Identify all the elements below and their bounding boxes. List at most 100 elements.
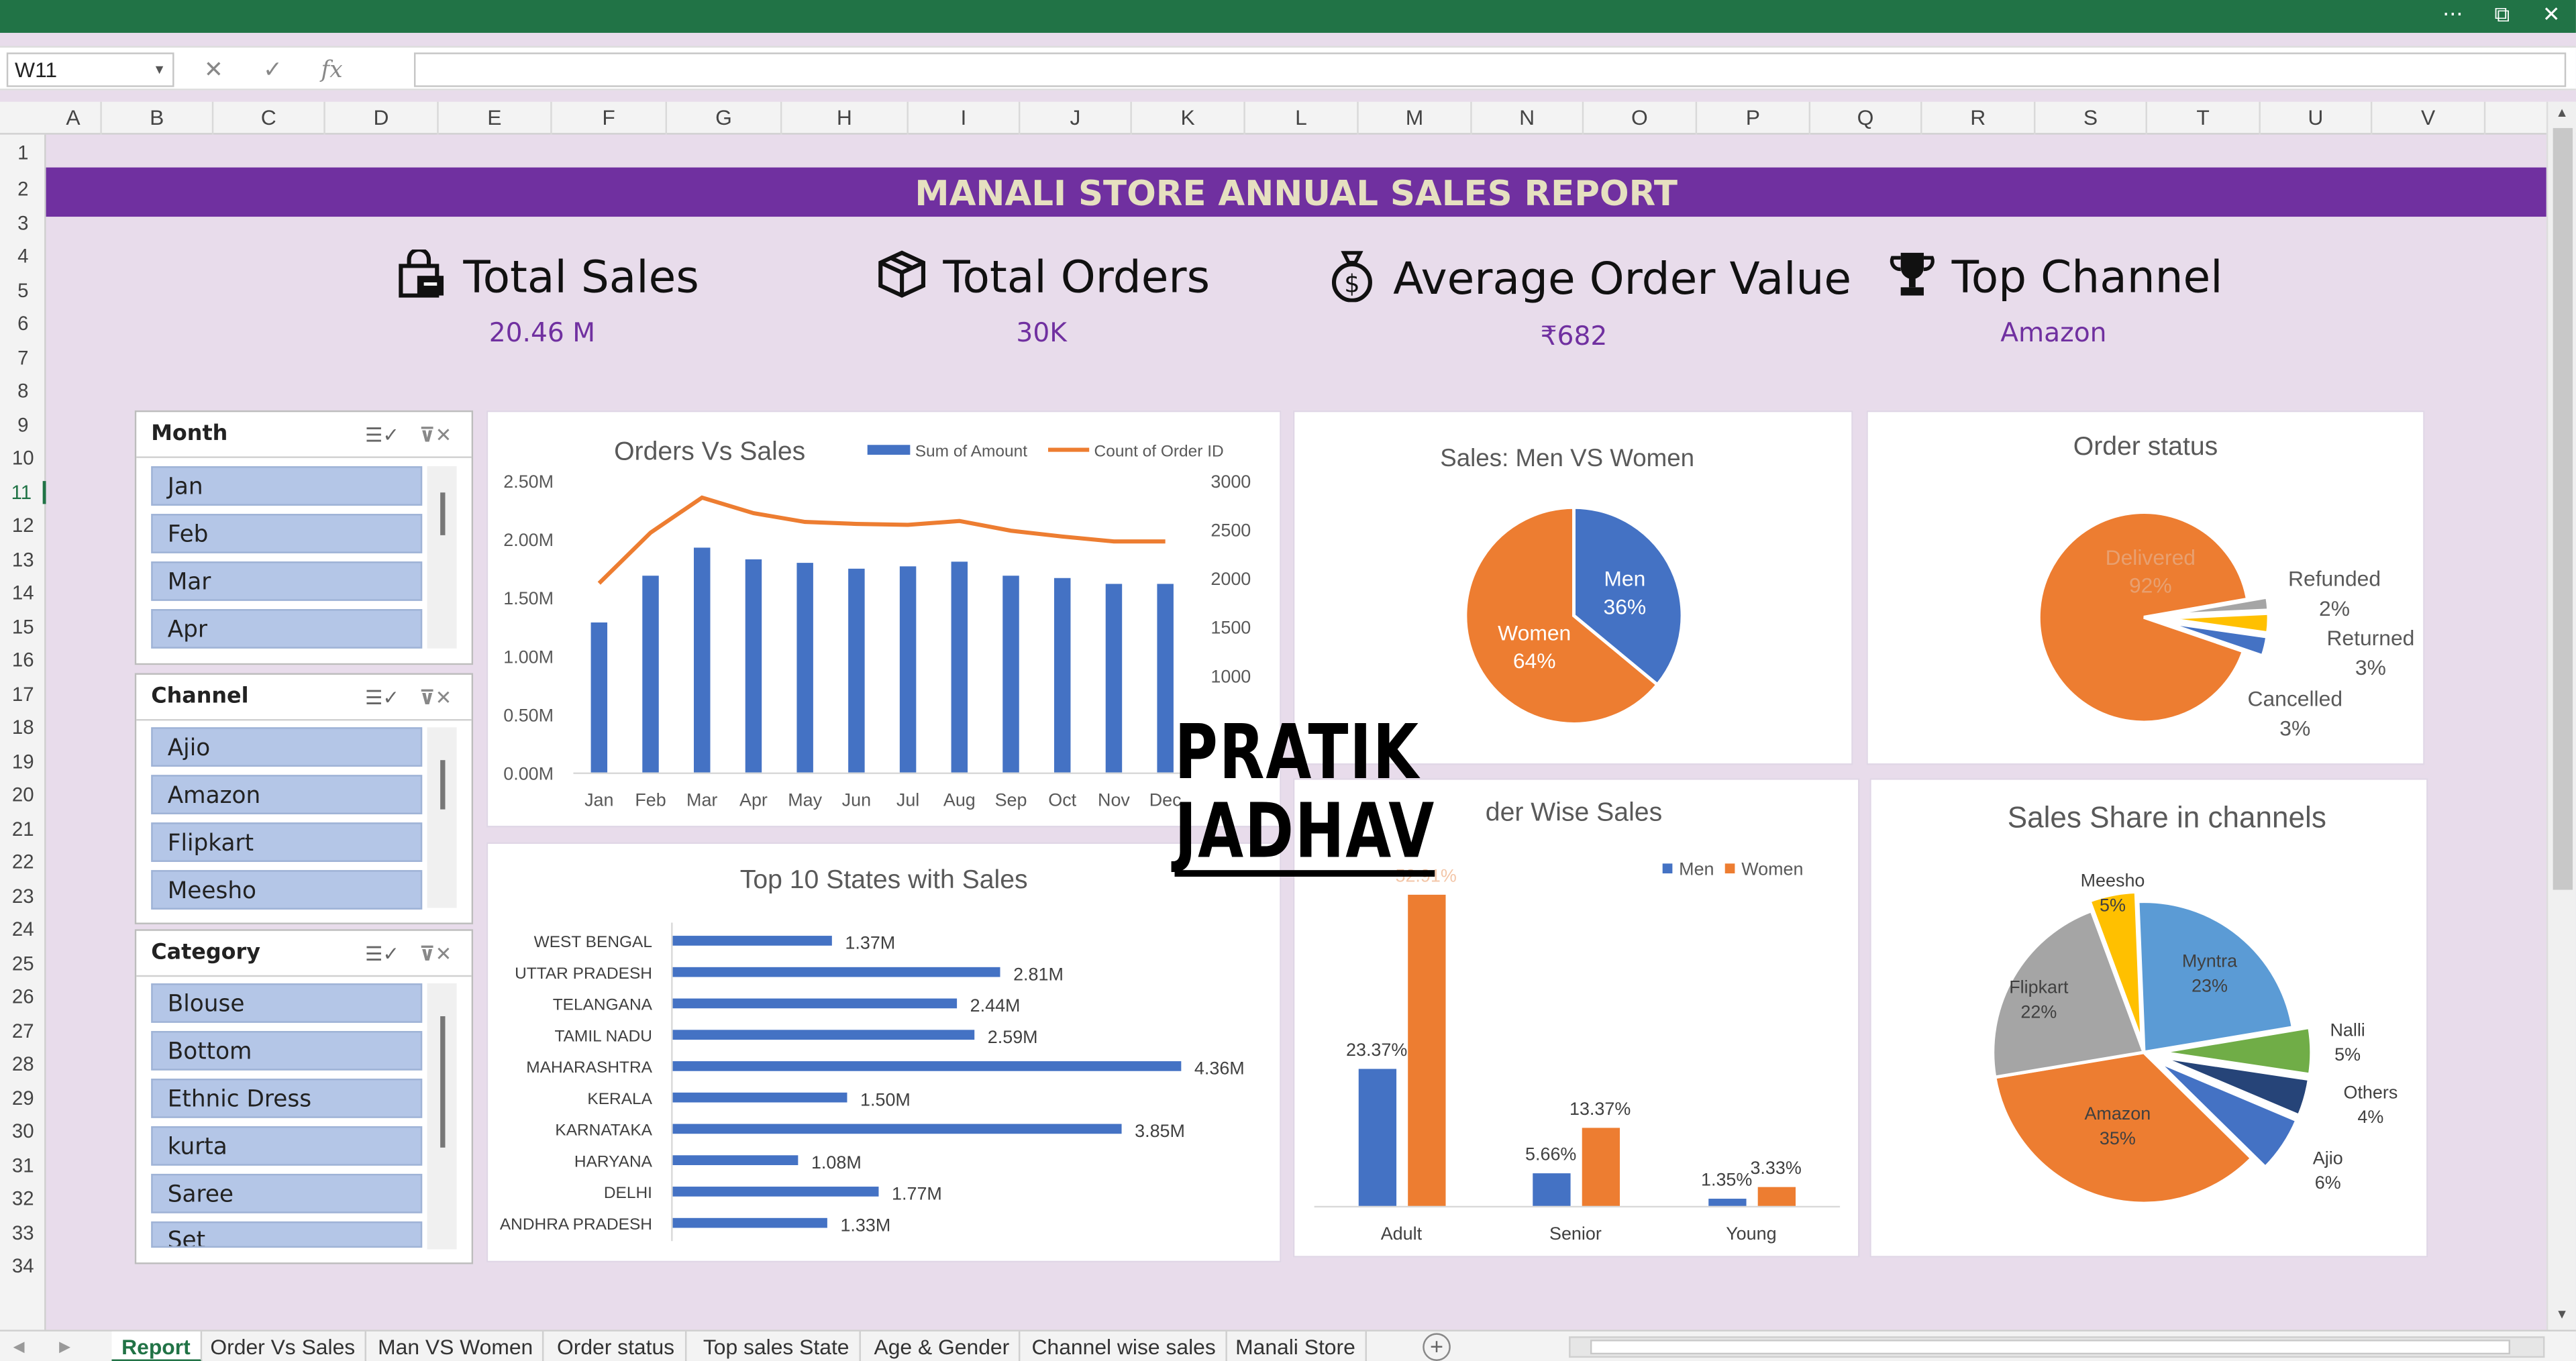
slicer-scrollbar[interactable] xyxy=(427,727,457,908)
column-label[interactable]: K xyxy=(1132,101,1245,135)
slicer-scrollbar[interactable] xyxy=(427,466,457,649)
scroll-thumb[interactable] xyxy=(440,760,446,810)
row-label[interactable]: 15 xyxy=(0,615,46,638)
row-label[interactable]: 21 xyxy=(0,817,46,840)
column-label[interactable]: T xyxy=(2147,101,2261,135)
row-label[interactable]: 20 xyxy=(0,783,46,806)
slicer-category[interactable]: Category ☰✓ ⊽✕ Blouse Bottom Ethnic Dress … xyxy=(134,929,474,1264)
column-label[interactable]: Q xyxy=(1810,101,1922,135)
row-label[interactable]: 26 xyxy=(0,985,46,1008)
more-options-icon[interactable]: ··· xyxy=(2431,0,2474,33)
slicer-item[interactable]: Bottom xyxy=(151,1031,423,1071)
row-label[interactable]: 12 xyxy=(0,514,46,537)
row-label[interactable]: 2 xyxy=(0,177,46,200)
chart-order-status[interactable]: Order status Delivered 92% Refunded 2% Return… xyxy=(1866,410,2425,765)
multi-select-icon[interactable]: ☰✓ xyxy=(365,412,399,458)
row-label[interactable]: 34 xyxy=(0,1254,46,1277)
row-label[interactable]: 9 xyxy=(0,413,46,436)
row-label[interactable]: 25 xyxy=(0,951,46,974)
column-label[interactable]: B xyxy=(102,101,214,135)
cancel-icon[interactable]: ✕ xyxy=(184,52,243,87)
scroll-thumb[interactable] xyxy=(440,492,446,535)
multi-select-icon[interactable]: ☰✓ xyxy=(365,931,399,977)
slicer-item[interactable]: Saree xyxy=(151,1173,423,1213)
horizontal-scrollbar[interactable] xyxy=(1569,1336,2545,1358)
column-label[interactable]: U xyxy=(2261,101,2373,135)
column-label[interactable]: O xyxy=(1584,101,1698,135)
multi-select-icon[interactable]: ☰✓ xyxy=(365,675,399,721)
row-label[interactable]: 17 xyxy=(0,682,46,705)
column-label[interactable]: N xyxy=(1472,101,1584,135)
sheet-tab[interactable]: Report xyxy=(111,1331,202,1361)
column-label[interactable]: M xyxy=(1359,101,1472,135)
clear-filter-icon[interactable]: ⊽✕ xyxy=(419,931,452,977)
scroll-thumb[interactable] xyxy=(440,1016,446,1148)
slicer-item[interactable]: Feb xyxy=(151,514,423,553)
slicer-item[interactable]: Apr xyxy=(151,609,423,649)
vertical-scrollbar[interactable]: ▲ ▼ xyxy=(2546,101,2576,1330)
row-label[interactable]: 19 xyxy=(0,749,46,772)
scroll-thumb[interactable] xyxy=(1590,1340,2511,1355)
scroll-down-icon[interactable]: ▼ xyxy=(2550,1307,2575,1329)
slicer-scrollbar[interactable] xyxy=(427,983,457,1250)
slicer-item[interactable]: Mar xyxy=(151,561,423,601)
row-label[interactable]: 6 xyxy=(0,312,46,335)
row-label[interactable]: 32 xyxy=(0,1187,46,1210)
row-label[interactable]: 30 xyxy=(0,1120,46,1142)
row-label[interactable]: 24 xyxy=(0,918,46,940)
column-label[interactable]: D xyxy=(325,101,439,135)
slicer-item[interactable]: Set xyxy=(151,1221,423,1248)
row-label[interactable]: 22 xyxy=(0,851,46,873)
row-label[interactable]: 23 xyxy=(0,884,46,907)
row-label[interactable]: 11 xyxy=(0,480,46,504)
clear-filter-icon[interactable]: ⊽✕ xyxy=(419,412,452,458)
sheet-tab[interactable]: Channel wise sales xyxy=(1022,1331,1227,1361)
column-label[interactable]: H xyxy=(782,101,909,135)
chart-top-states[interactable]: Top 10 States with Sales WEST BENGAL 1.37M… xyxy=(486,842,1282,1263)
column-label[interactable]: I xyxy=(909,101,1021,135)
row-label[interactable]: 5 xyxy=(0,278,46,301)
sheet-tab[interactable]: Order status xyxy=(547,1331,686,1361)
sheet-tab[interactable]: Manali Store xyxy=(1225,1331,1367,1361)
row-label[interactable]: 29 xyxy=(0,1086,46,1109)
row-label[interactable]: 16 xyxy=(0,649,46,671)
row-label[interactable]: 3 xyxy=(0,211,46,234)
row-label[interactable]: 1 xyxy=(0,141,46,164)
slicer-item[interactable]: kurta xyxy=(151,1126,423,1166)
tab-nav-prev-icon[interactable]: ◀ xyxy=(13,1331,25,1361)
slicer-item[interactable]: Flipkart xyxy=(151,822,423,862)
column-label[interactable]: G xyxy=(667,101,782,135)
formula-input[interactable] xyxy=(413,52,2567,87)
slicer-item[interactable]: Blouse xyxy=(151,983,423,1023)
column-label[interactable]: E xyxy=(439,101,552,135)
column-label[interactable]: S xyxy=(2035,101,2147,135)
slicer-item[interactable]: Ajio xyxy=(151,727,423,767)
sheet-tab[interactable]: Order Vs Sales xyxy=(201,1331,367,1361)
row-label[interactable]: 31 xyxy=(0,1153,46,1176)
scroll-thumb[interactable] xyxy=(2553,127,2573,890)
slicer-item[interactable]: Jan xyxy=(151,466,423,506)
chevron-down-icon[interactable]: ▼ xyxy=(153,54,166,86)
close-window-icon[interactable]: ✕ xyxy=(2530,0,2573,33)
chart-channel-share[interactable]: Sales Share in channels Myntra 23% Nalli 5% O… xyxy=(1869,778,2428,1258)
sheet-tab[interactable]: Man VS Women xyxy=(368,1331,545,1361)
row-label[interactable]: 8 xyxy=(0,379,46,402)
column-label[interactable]: F xyxy=(552,101,668,135)
row-label[interactable]: 13 xyxy=(0,547,46,570)
column-label[interactable]: R xyxy=(1922,101,2036,135)
slicer-channel[interactable]: Channel ☰✓ ⊽✕ Ajio Amazon Flipkart Meesho xyxy=(134,673,474,924)
tab-nav-next-icon[interactable]: ▶ xyxy=(59,1331,70,1361)
add-sheet-icon[interactable]: + xyxy=(1423,1333,1451,1361)
row-label[interactable]: 7 xyxy=(0,345,46,368)
slicer-item[interactable]: Meesho xyxy=(151,870,423,910)
slicer-month[interactable]: Month ☰✓ ⊽✕ Jan Feb Mar Apr xyxy=(134,410,474,665)
chart-orders-vs-sales[interactable]: Orders Vs Sales Sum of Amount Count of Ord… xyxy=(486,410,1282,828)
column-label[interactable]: L xyxy=(1245,101,1359,135)
column-label[interactable]: P xyxy=(1697,101,1811,135)
enter-icon[interactable]: ✓ xyxy=(243,52,302,87)
column-label[interactable]: V xyxy=(2372,101,2486,135)
clear-filter-icon[interactable]: ⊽✕ xyxy=(419,675,452,721)
row-label[interactable]: 33 xyxy=(0,1221,46,1244)
column-label[interactable]: A xyxy=(46,101,102,135)
row-label[interactable]: 18 xyxy=(0,716,46,739)
